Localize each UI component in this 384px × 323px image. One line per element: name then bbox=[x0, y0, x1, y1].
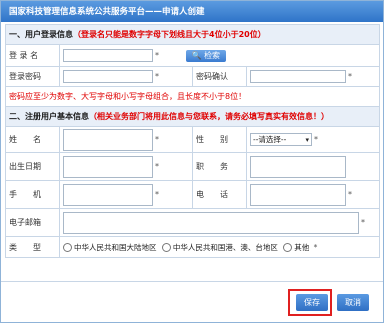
registration-form: 一、用户登录信息（登录名只能是数字字母下划线且大于4位小于20位） 登 录 名 … bbox=[4, 24, 381, 258]
radio-icon bbox=[63, 243, 72, 252]
name-gender-row: 姓 名 * 性 别 --请选择-- ▾ * bbox=[5, 126, 381, 153]
phone-input[interactable] bbox=[250, 183, 346, 206]
type-option-mainland[interactable]: 中华人民共和国大陆地区 bbox=[63, 243, 157, 252]
email-label: 电子邮箱 bbox=[5, 208, 60, 237]
required-mark: * bbox=[348, 72, 352, 81]
position-input[interactable] bbox=[250, 155, 346, 178]
form-area: 一、用户登录信息（登录名只能是数字字母下划线且大于4位小于20位） 登 录 名 … bbox=[4, 24, 381, 280]
login-name-row: 登 录 名 * 🔍 检索 bbox=[5, 44, 381, 67]
password-input[interactable] bbox=[63, 70, 153, 83]
gender-label: 性 别 bbox=[192, 126, 247, 153]
type-label: 类 型 bbox=[5, 236, 60, 258]
dialog-footer: 保存 取消 bbox=[1, 281, 383, 323]
search-icon: 🔍 bbox=[191, 50, 202, 60]
password-rule-row: 密码应至少为数字、大写字母和小写字母组合，且长度不小于8位！ bbox=[4, 86, 381, 107]
password-confirm-label: 密码确认 bbox=[192, 66, 247, 87]
required-mark: * bbox=[361, 218, 365, 227]
required-mark: * bbox=[155, 72, 159, 81]
phone-label: 电 话 bbox=[192, 180, 247, 209]
section-basic-note: （相关业务部门将用此信息与您联系，请务必填写真实有效信息！） bbox=[89, 112, 329, 121]
required-mark: * bbox=[155, 162, 159, 171]
required-mark: * bbox=[155, 190, 159, 199]
password-row: 登录密码 * 密码确认 * bbox=[5, 66, 381, 87]
password-rule-text: 密码应至少为数字、大写字母和小写字母组合，且长度不小于8位！ bbox=[4, 86, 381, 107]
mobile-label: 手 机 bbox=[5, 180, 60, 209]
title-bar: 国家科技管理信息系统公共服务平台——申请人创建 bbox=[1, 1, 383, 22]
login-name-label: 登 录 名 bbox=[5, 44, 60, 67]
section-basic-header: 二、注册用户基本信息（相关业务部门将用此信息与您联系，请务必填写真实有效信息！） bbox=[4, 106, 381, 127]
required-mark: * bbox=[314, 135, 318, 144]
type-option-other-label: 其他 bbox=[294, 242, 310, 252]
name-label: 姓 名 bbox=[5, 126, 60, 153]
save-button[interactable]: 保存 bbox=[296, 294, 328, 311]
email-row: 电子邮箱 * bbox=[5, 208, 381, 237]
applicant-create-dialog: 国家科技管理信息系统公共服务平台——申请人创建 一、用户登录信息（登录名只能是数… bbox=[0, 0, 384, 323]
type-option-mainland-label: 中华人民共和国大陆地区 bbox=[74, 242, 157, 252]
required-mark: * bbox=[313, 242, 318, 252]
type-option-hk-macao-taiwan-label: 中华人民共和国港、澳、台地区 bbox=[172, 242, 278, 252]
name-input[interactable] bbox=[63, 128, 153, 151]
chevron-down-icon: ▾ bbox=[305, 136, 309, 144]
birth-date-label: 出生日期 bbox=[5, 152, 60, 181]
password-confirm-input[interactable] bbox=[250, 70, 346, 83]
mobile-phone-row: 手 机 * 电 话 * bbox=[5, 180, 381, 209]
type-option-hk-macao-taiwan[interactable]: 中华人民共和国港、澳、台地区 bbox=[161, 242, 278, 252]
radio-icon bbox=[283, 243, 293, 252]
section-login-header: 一、用户登录信息（登录名只能是数字字母下划线且大于4位小于20位） bbox=[4, 24, 381, 45]
section-login-note: （登录名只能是数字字母下划线且大于4位小于20位） bbox=[73, 30, 266, 39]
gender-select-value: --请选择-- bbox=[253, 135, 287, 144]
section-basic-title: 二、注册用户基本信息 bbox=[9, 112, 89, 121]
gender-select[interactable]: --请选择-- ▾ bbox=[250, 133, 312, 146]
radio-icon bbox=[161, 243, 171, 252]
required-mark: * bbox=[155, 51, 159, 60]
type-option-other[interactable]: 其他 bbox=[283, 243, 309, 252]
password-label: 登录密码 bbox=[5, 66, 60, 87]
search-button[interactable]: 🔍 检索 bbox=[185, 49, 227, 62]
mobile-input[interactable] bbox=[63, 183, 153, 206]
position-label: 职 务 bbox=[192, 152, 247, 181]
birth-date-input[interactable] bbox=[63, 155, 153, 178]
birth-position-row: 出生日期 * 职 务 bbox=[5, 152, 381, 181]
section-login-title: 一、用户登录信息 bbox=[9, 30, 73, 39]
required-mark: * bbox=[348, 190, 352, 199]
email-input[interactable] bbox=[63, 211, 359, 234]
required-mark: * bbox=[155, 135, 159, 144]
search-button-label: 检索 bbox=[204, 50, 221, 60]
type-row: 类 型 中华人民共和国大陆地区 中华人民共和国港、澳、台地区 其他 * bbox=[5, 236, 381, 258]
cancel-button[interactable]: 取消 bbox=[337, 294, 369, 311]
login-name-input[interactable] bbox=[63, 49, 153, 62]
window-title: 国家科技管理信息系统公共服务平台——申请人创建 bbox=[9, 7, 205, 17]
